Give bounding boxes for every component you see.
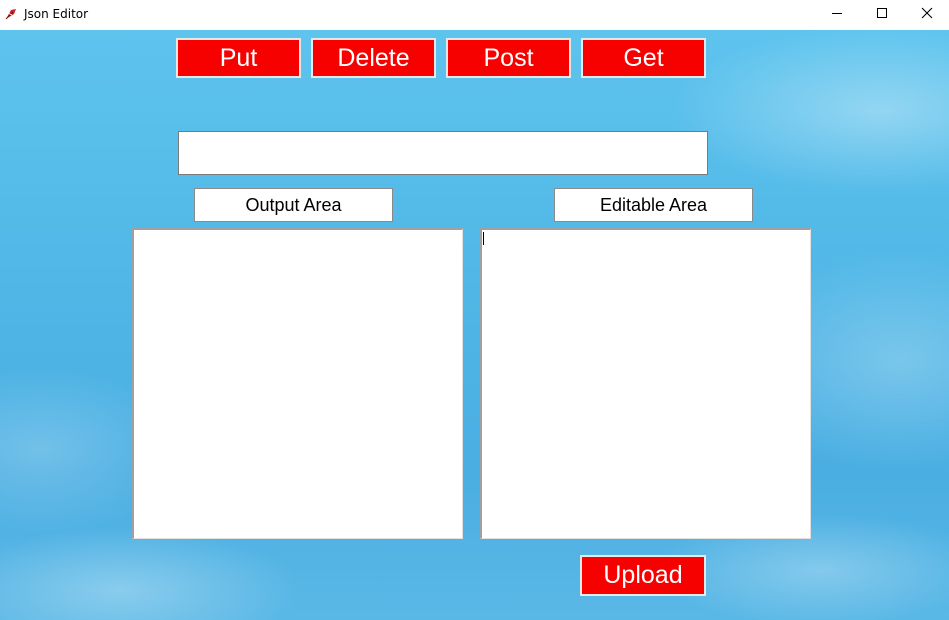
text-caret xyxy=(483,232,484,245)
editable-area-label: Editable Area xyxy=(554,188,753,222)
put-button[interactable]: Put xyxy=(176,38,301,78)
title-bar[interactable]: Json Editor xyxy=(0,0,949,30)
close-button[interactable] xyxy=(904,0,949,30)
maximize-button[interactable] xyxy=(859,0,905,30)
url-input[interactable] xyxy=(178,131,708,175)
upload-button[interactable]: Upload xyxy=(580,555,706,596)
output-textarea[interactable] xyxy=(132,228,463,539)
get-button[interactable]: Get xyxy=(581,38,706,78)
minimize-button[interactable] xyxy=(814,0,860,30)
feather-icon xyxy=(5,7,17,20)
editable-textarea[interactable] xyxy=(480,228,811,539)
window-title: Json Editor xyxy=(24,7,89,21)
post-button[interactable]: Post xyxy=(446,38,571,78)
output-area-label: Output Area xyxy=(194,188,393,222)
maximize-icon xyxy=(876,6,888,24)
minimize-icon xyxy=(831,6,843,24)
close-icon xyxy=(921,6,933,24)
delete-button[interactable]: Delete xyxy=(311,38,436,78)
app-window: Json Editor Put Delete Post Get Output A… xyxy=(0,0,949,620)
